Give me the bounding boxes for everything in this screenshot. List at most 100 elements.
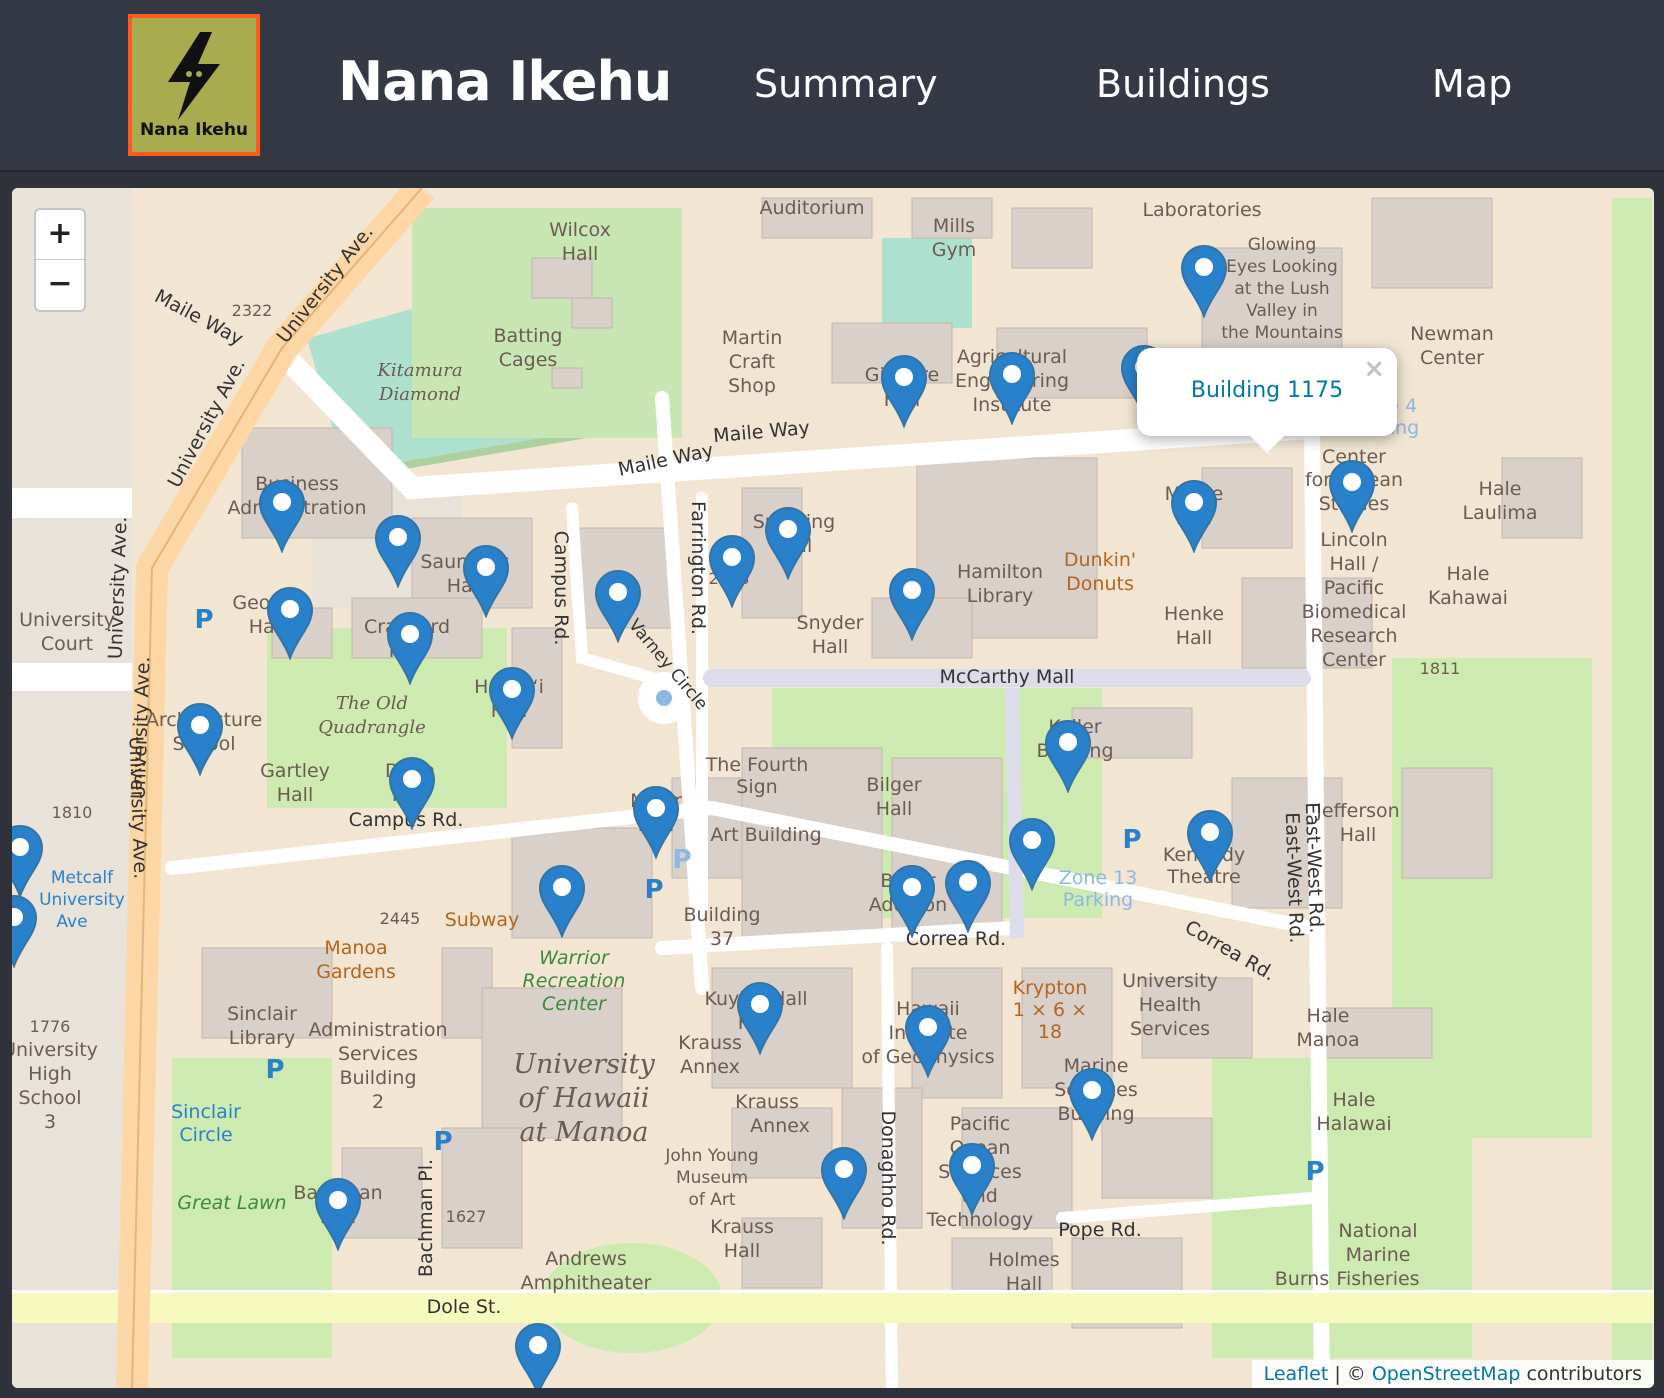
building-marker-icon[interactable]: [888, 567, 936, 645]
leaflet-link[interactable]: Leaflet: [1264, 1363, 1329, 1385]
building-marker-icon[interactable]: [764, 506, 812, 584]
svg-text:Manoa: Manoa: [324, 937, 387, 959]
osm-link[interactable]: OpenStreetMap: [1372, 1363, 1521, 1385]
building-popup: Building 1175 ×: [1137, 348, 1397, 453]
popup-close-icon[interactable]: ×: [1363, 354, 1385, 384]
svg-text:School: School: [18, 1087, 81, 1109]
svg-text:Library: Library: [967, 585, 1033, 607]
building-marker-icon[interactable]: [904, 1004, 952, 1082]
building-marker-icon[interactable]: [12, 824, 44, 902]
building-marker-icon[interactable]: [736, 981, 784, 1059]
svg-text:Snyder: Snyder: [797, 612, 864, 634]
building-marker-icon[interactable]: [708, 534, 756, 612]
building-marker-icon[interactable]: [374, 514, 422, 592]
svg-text:Hall: Hall: [277, 784, 314, 806]
building-marker-icon[interactable]: [12, 894, 38, 972]
building-marker-icon[interactable]: [314, 1177, 362, 1255]
svg-text:the Mountains: the Mountains: [1221, 323, 1343, 343]
building-marker-icon[interactable]: [1044, 719, 1092, 797]
svg-text:Ave: Ave: [56, 912, 87, 932]
svg-text:Pacific: Pacific: [950, 1113, 1010, 1135]
nav-summary[interactable]: Summary: [754, 62, 938, 106]
building-marker-icon[interactable]: [888, 864, 936, 942]
svg-text:University: University: [513, 1049, 655, 1080]
svg-text:Valley in: Valley in: [1246, 301, 1318, 321]
svg-text:Mills: Mills: [933, 215, 975, 237]
building-marker-icon[interactable]: [514, 1322, 562, 1388]
building-marker-icon[interactable]: [176, 702, 224, 780]
svg-text:The Old: The Old: [336, 693, 408, 714]
building-marker-icon[interactable]: [880, 354, 928, 432]
svg-text:at Manoa: at Manoa: [519, 1117, 648, 1148]
nav-map[interactable]: Map: [1432, 62, 1512, 106]
zoom-out-button[interactable]: −: [36, 260, 84, 310]
svg-text:Hall: Hall: [812, 636, 849, 658]
building-marker-icon[interactable]: [988, 351, 1036, 429]
brand-title[interactable]: Nana Ikehu: [338, 50, 672, 113]
svg-text:Parking: Parking: [1063, 889, 1133, 911]
svg-text:Services: Services: [338, 1043, 418, 1065]
svg-text:Metcalf: Metcalf: [51, 868, 114, 888]
svg-text:Donuts: Donuts: [1066, 573, 1134, 595]
campus-map[interactable]: Auditorium Laboratories Wilcox Hall Mills…: [12, 188, 1654, 1388]
svg-text:2: 2: [372, 1091, 384, 1113]
building-marker-icon[interactable]: [266, 586, 314, 664]
svg-text:Kitamura: Kitamura: [376, 360, 462, 381]
building-marker-icon[interactable]: [1180, 244, 1228, 322]
svg-text:Holmes: Holmes: [988, 1249, 1059, 1271]
svg-text:Court: Court: [41, 633, 93, 655]
building-marker-icon[interactable]: [944, 859, 992, 937]
building-marker-icon[interactable]: [632, 785, 680, 863]
svg-text:Recreation: Recreation: [523, 970, 626, 992]
svg-text:Hale: Hale: [1333, 1089, 1376, 1111]
building-marker-icon[interactable]: [1170, 479, 1218, 557]
svg-text:P: P: [265, 1055, 284, 1085]
building-marker-icon[interactable]: [538, 864, 586, 942]
building-marker-icon[interactable]: [594, 569, 642, 647]
building-marker-icon[interactable]: [462, 544, 510, 622]
svg-text:Hall: Hall: [1340, 824, 1377, 846]
svg-text:Quadrangle: Quadrangle: [318, 717, 425, 738]
building-marker-icon[interactable]: [948, 1142, 996, 1220]
svg-text:Biomedical: Biomedical: [1302, 601, 1407, 623]
svg-text:of Art: of Art: [688, 1190, 735, 1210]
svg-text:Hale: Hale: [1307, 1005, 1350, 1027]
building-marker-icon[interactable]: [386, 611, 434, 689]
svg-text:18: 18: [1038, 1021, 1062, 1043]
building-marker-icon[interactable]: [1186, 809, 1234, 887]
svg-text:Martin: Martin: [722, 327, 783, 349]
popup-text[interactable]: Building 1175: [1137, 378, 1397, 403]
svg-text:Administration: Administration: [308, 1019, 447, 1041]
svg-text:1 × 6 ×: 1 × 6 ×: [1013, 999, 1087, 1021]
svg-text:Hall: Hall: [724, 1240, 761, 1262]
svg-text:Farrington Rd.: Farrington Rd.: [687, 501, 709, 635]
nav-buildings[interactable]: Buildings: [1096, 62, 1270, 106]
building-marker-icon[interactable]: [258, 479, 306, 557]
zoom-in-button[interactable]: +: [36, 210, 84, 260]
svg-text:Donaghho Rd.: Donaghho Rd.: [877, 1110, 899, 1245]
svg-text:Krauss: Krauss: [735, 1091, 799, 1113]
svg-text:University: University: [19, 609, 115, 631]
svg-text:at the Lush: at the Lush: [1234, 279, 1329, 299]
svg-text:Marine: Marine: [1346, 1244, 1411, 1266]
svg-text:Health: Health: [1139, 994, 1201, 1016]
nana-ikehu-logo[interactable]: Nana Ikehu: [128, 14, 260, 156]
svg-text:Zone 13: Zone 13: [1059, 867, 1138, 889]
svg-text:of Hawaii: of Hawaii: [519, 1083, 650, 1114]
building-marker-icon[interactable]: [1008, 817, 1056, 895]
building-marker-icon[interactable]: [488, 666, 536, 744]
building-marker-icon[interactable]: [820, 1146, 868, 1224]
svg-text:Glowing: Glowing: [1248, 235, 1317, 255]
svg-text:Hale: Hale: [1479, 478, 1522, 500]
building-marker-icon[interactable]: [1068, 1067, 1116, 1145]
svg-text:Dole St.: Dole St.: [427, 1296, 502, 1318]
svg-text:National: National: [1338, 1220, 1417, 1242]
svg-text:Campus Rd.: Campus Rd.: [550, 531, 572, 646]
svg-text:High: High: [28, 1063, 72, 1085]
map-label: Auditorium: [759, 197, 864, 219]
logo-text: Nana Ikehu: [139, 120, 249, 140]
building-marker-icon[interactable]: [1328, 459, 1376, 537]
svg-text:University: University: [39, 890, 125, 910]
svg-text:Center: Center: [1420, 347, 1484, 369]
building-marker-icon[interactable]: [388, 756, 436, 834]
